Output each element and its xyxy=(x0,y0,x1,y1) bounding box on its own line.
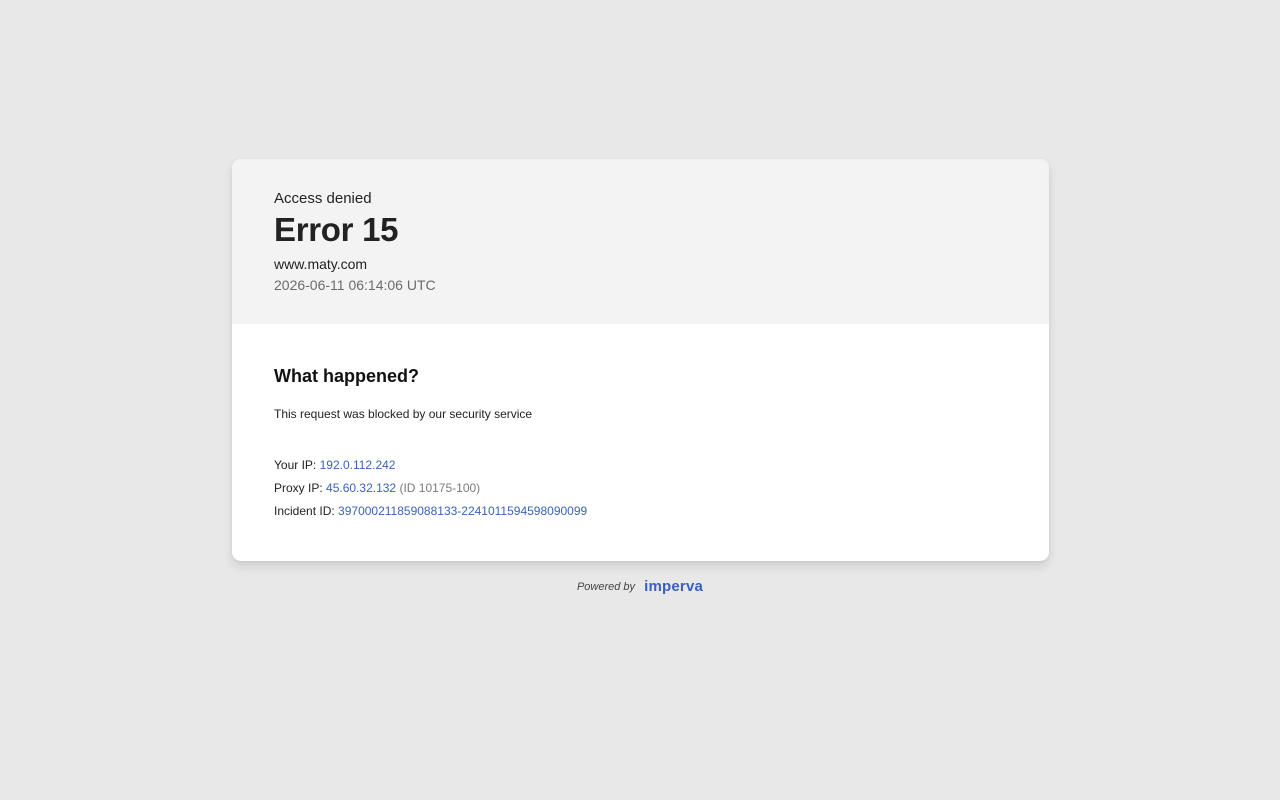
your-ip-line: Your IP: 192.0.112.242 xyxy=(274,458,395,472)
page-title: Error 15 xyxy=(274,211,399,248)
timestamp: 2026-06-11 06:14:06 UTC xyxy=(274,277,436,293)
proxy-id: (ID 10175-100) xyxy=(399,481,481,495)
site-domain: www.maty.com xyxy=(274,256,368,272)
blocked-message: This request was blocked by our security… xyxy=(274,407,533,421)
status-label: Access denied xyxy=(274,190,372,207)
incident-id-value: 397000211859088133-2241011594598090099 xyxy=(338,504,588,518)
footer: Powered by imperva xyxy=(0,578,1280,595)
error-card: Access denied Error 15 www.maty.com 2026… xyxy=(232,159,1049,561)
your-ip-value: 192.0.112.242 xyxy=(319,458,396,472)
your-ip-label: Your IP: xyxy=(274,458,317,472)
proxy-ip-line: Proxy IP: 45.60.32.132 (ID 10175-100) xyxy=(274,481,480,495)
proxy-ip-label: Proxy IP: xyxy=(274,481,323,495)
incident-id-line: Incident ID: 397000211859088133-22410115… xyxy=(274,504,587,518)
incident-id-label: Incident ID: xyxy=(274,504,335,518)
imperva-logo[interactable]: imperva xyxy=(644,578,703,595)
error-details: What happened? This request was blocked … xyxy=(232,324,1049,561)
section-heading: What happened? xyxy=(274,366,419,386)
powered-by-label: Powered by xyxy=(576,580,636,593)
proxy-ip-value: 45.60.32.132 xyxy=(326,481,397,495)
error-header: Access denied Error 15 www.maty.com 2026… xyxy=(232,159,1049,324)
